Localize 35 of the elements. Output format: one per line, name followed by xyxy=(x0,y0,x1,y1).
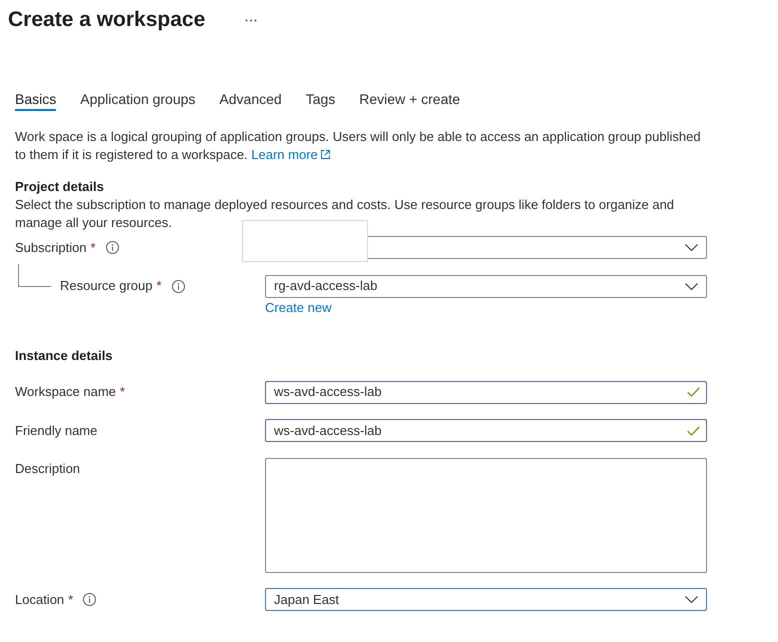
chevron-down-icon xyxy=(685,596,698,603)
required-asterisk: * xyxy=(68,590,74,608)
required-asterisk: * xyxy=(156,277,162,295)
required-asterisk: * xyxy=(90,238,96,256)
info-icon[interactable] xyxy=(83,593,96,606)
text-field[interactable]: ws-avd-access-lab xyxy=(265,380,707,404)
tab[interactable]: Application groups xyxy=(80,89,196,111)
required-asterisk: * xyxy=(120,383,125,401)
section-description: Select the subscription to manage deployed resources and costs. Use resource groups like folders to organize and manage all your resources. xyxy=(15,196,676,232)
tab[interactable]: Advanced xyxy=(219,89,282,111)
text-field[interactable]: ws-avd-access-lab xyxy=(265,419,707,442)
chevron-down-icon xyxy=(685,282,698,290)
info-icon[interactable] xyxy=(106,241,119,254)
field-label: Subscription xyxy=(15,238,87,256)
chevron-down-icon xyxy=(685,244,698,251)
page-title: Create a workspace xyxy=(8,8,206,32)
intro-text: Work space is a logical grouping of application groups. Users will only be able to access an application group published to them if it is registered to a workspace. Learn more xyxy=(15,128,702,164)
tree-connector-line xyxy=(15,264,51,286)
field-label: Location xyxy=(15,590,64,608)
tab[interactable]: Tags xyxy=(306,89,336,111)
tab[interactable]: Basics xyxy=(15,89,56,111)
more-icon[interactable] xyxy=(245,18,258,22)
dropdown[interactable]: Japan East xyxy=(265,588,707,611)
field-label: Workspace name xyxy=(15,383,116,401)
section-heading: Instance details xyxy=(15,346,114,364)
learn-more-link[interactable]: Learn more xyxy=(251,147,330,162)
section-heading: Project details xyxy=(15,178,105,196)
field-label: Friendly name xyxy=(15,422,98,440)
field-label: Resource group xyxy=(60,277,152,295)
external-link-icon xyxy=(320,150,330,159)
tab[interactable]: Review + create xyxy=(359,89,460,111)
create-new-link[interactable]: Create new xyxy=(265,300,332,316)
info-icon[interactable] xyxy=(172,280,185,292)
dropdown[interactable]: rg-avd-access-lab xyxy=(265,274,707,298)
field-label: Description xyxy=(15,460,80,478)
